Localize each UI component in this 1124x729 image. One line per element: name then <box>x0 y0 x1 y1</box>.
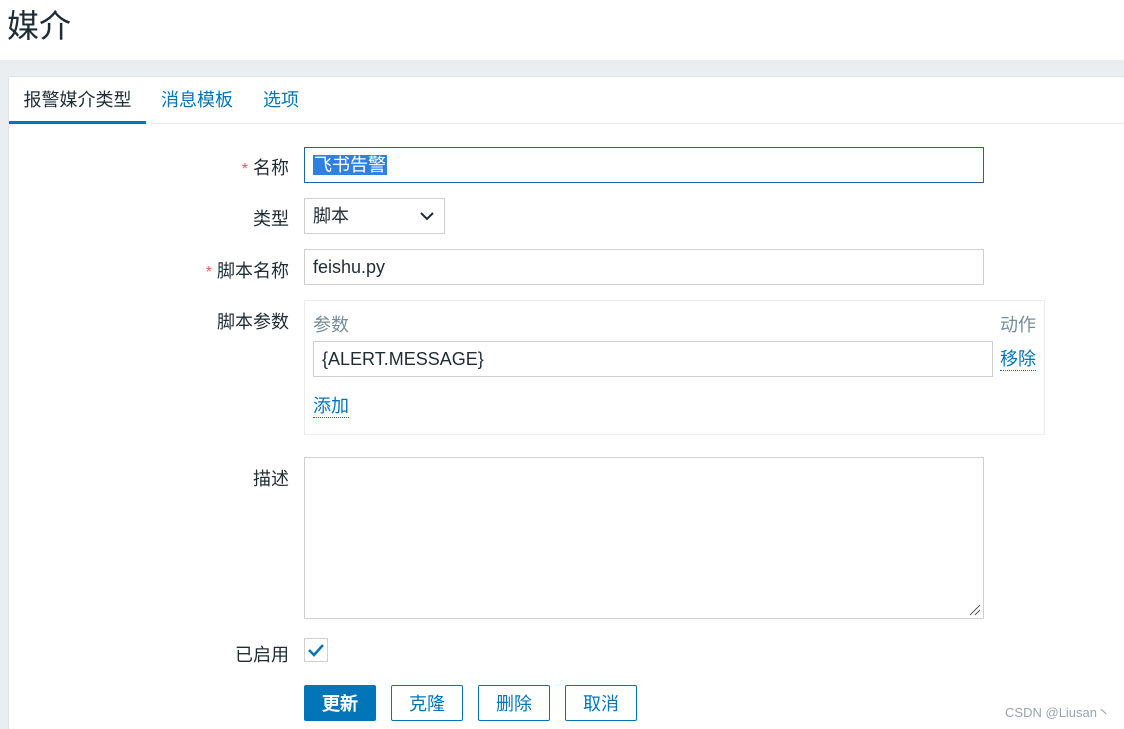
tab-media-type[interactable]: 报警媒介类型 <box>9 77 146 124</box>
cancel-button[interactable]: 取消 <box>565 685 637 721</box>
name-input-value: 飞书告警 <box>313 155 387 175</box>
tab-message-templates[interactable]: 消息模板 <box>161 77 233 121</box>
type-label: 类型 <box>253 209 289 229</box>
param-column-header: 参数 <box>313 315 349 335</box>
page-title: 媒介 <box>7 8 72 44</box>
page-header: 媒介 <box>0 0 1124 60</box>
required-marker: * <box>241 161 248 178</box>
resize-grip-icon[interactable] <box>969 604 981 616</box>
name-label: * 名称 <box>241 158 289 178</box>
script-params-table: 参数 动作 {ALERT.MESSAGE} 移除 添加 <box>304 300 1045 435</box>
required-marker: * <box>205 264 212 281</box>
description-textarea[interactable] <box>304 457 984 619</box>
tab-options[interactable]: 选项 <box>263 77 299 121</box>
enabled-checkbox[interactable] <box>304 638 328 662</box>
clone-button[interactable]: 克隆 <box>391 685 463 721</box>
action-column-header: 动作 <box>1000 315 1036 335</box>
script-params-label: 脚本参数 <box>217 312 289 332</box>
name-input[interactable]: 飞书告警 <box>304 147 984 183</box>
type-select-value: 脚本 <box>313 206 349 226</box>
watermark: CSDN @Liusan丶 <box>1005 705 1110 720</box>
checkmark-icon <box>308 644 324 657</box>
type-select[interactable]: 脚本 <box>304 198 445 234</box>
enabled-label: 已启用 <box>235 645 289 665</box>
delete-button[interactable]: 删除 <box>478 685 550 721</box>
chevron-down-icon <box>420 212 434 221</box>
script-name-input[interactable]: feishu.py <box>304 249 984 285</box>
media-type-form-container: 报警媒介类型 消息模板 选项 * 名称 飞书告警 类型 脚本 * 脚本名称 feis… <box>8 76 1124 729</box>
remove-param-link[interactable]: 移除 <box>1000 348 1036 371</box>
script-name-label: * 脚本名称 <box>205 261 289 281</box>
add-param-link[interactable]: 添加 <box>313 395 349 418</box>
script-param-input[interactable]: {ALERT.MESSAGE} <box>313 341 993 377</box>
update-button[interactable]: 更新 <box>304 685 376 721</box>
tab-bar: 报警媒介类型 消息模板 选项 <box>9 77 1124 124</box>
description-label: 描述 <box>253 469 289 489</box>
